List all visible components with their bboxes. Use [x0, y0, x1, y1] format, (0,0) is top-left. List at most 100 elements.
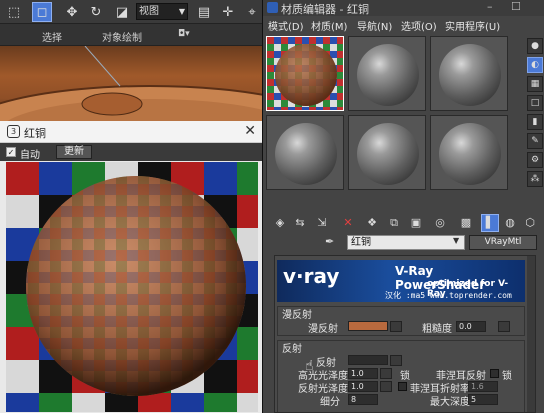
reflect-color-swatch[interactable]: [348, 355, 388, 365]
checker-tile: [237, 162, 258, 195]
sample-copper-sphere: [267, 37, 343, 110]
menu-material[interactable]: 材质(M): [311, 18, 347, 33]
preview-checker-sphere: [6, 162, 258, 412]
refl-gloss-spinner[interactable]: 1.0: [348, 381, 378, 392]
checker-tile: [237, 327, 258, 360]
viewport[interactable]: [0, 46, 262, 121]
reflection-group-title: 反射: [282, 344, 302, 355]
roughness-label: 粗糙度: [422, 324, 452, 335]
minimize-icon[interactable]: –: [487, 0, 493, 13]
checker-tile: [6, 393, 39, 412]
editor-title: 材质编辑器 - 红铜: [281, 3, 369, 16]
show-end-result-icon[interactable]: ▌: [481, 214, 499, 232]
show-map-icon[interactable]: ▩: [457, 214, 475, 232]
video-color-check-icon[interactable]: ▮: [527, 114, 543, 130]
material-name-field[interactable]: 红铜: [347, 235, 465, 250]
params-scrollbar[interactable]: [527, 256, 535, 412]
rotate-icon[interactable]: ↻: [86, 2, 106, 22]
close-icon[interactable]: ✕: [244, 123, 256, 139]
auto-label: 自动: [20, 150, 40, 161]
ribbon-options-icon[interactable]: ◘▾: [178, 29, 190, 39]
put-to-library-icon[interactable]: ▣: [407, 214, 425, 232]
chevron-down-icon[interactable]: ▼: [453, 236, 459, 245]
sample-sphere: [357, 44, 419, 106]
menu-utilities[interactable]: 实用程序(U): [445, 18, 500, 33]
fresnel-ior-spinner[interactable]: 1.6: [468, 381, 498, 392]
uv-tiling-icon[interactable]: □: [527, 95, 543, 111]
subdivs-spinner[interactable]: 8: [348, 394, 378, 405]
menu-options[interactable]: 选项(O): [401, 18, 437, 33]
snap-icon[interactable]: ⌖: [242, 2, 262, 22]
ribbon-object-paint-tab[interactable]: 对象绘制: [102, 29, 142, 44]
reference-coord-dropdown[interactable]: 视图 ▼: [136, 3, 188, 20]
material-name-value: 红铜: [351, 237, 371, 248]
max-depth-spinner[interactable]: 5: [468, 394, 498, 405]
options-icon[interactable]: ⚙: [527, 152, 543, 168]
ribbon-select-tab[interactable]: 选择: [42, 29, 62, 44]
viewport-scene: [0, 46, 262, 121]
sample-slot-4[interactable]: [266, 115, 344, 190]
select-by-material-icon[interactable]: ⁂: [527, 171, 543, 187]
checker-tile: [204, 162, 237, 195]
preview-render: [6, 162, 258, 412]
sample-sphere: [439, 44, 501, 106]
pivot-icon[interactable]: ▤: [194, 2, 214, 22]
scale-icon[interactable]: ◪: [112, 2, 132, 22]
checker-tile: [204, 393, 237, 412]
hilight-gloss-spinner[interactable]: 1.0: [348, 368, 378, 379]
go-to-parent-icon[interactable]: ◍: [501, 214, 519, 232]
eyedropper-icon[interactable]: ✒: [325, 235, 334, 248]
select-icon[interactable]: ⬚: [4, 2, 24, 22]
material-id-icon[interactable]: ◎: [431, 214, 449, 232]
preview-title-bar: 3 红铜 ✕: [0, 121, 262, 143]
sample-sphere: [439, 123, 501, 185]
material-type-button[interactable]: VRayMtl: [469, 235, 537, 250]
reflection-group: 反射 反射 高光光泽度 1.0 锁 菲涅耳反射 锁 反射光泽度 1.0 菲涅耳折…: [277, 340, 525, 412]
side-toolbar: ● ◐ ▦ □ ▮ ✎ ⚙ ⁂: [525, 36, 544, 196]
update-button[interactable]: 更新: [56, 145, 92, 159]
sample-slot-5[interactable]: [348, 115, 426, 190]
sample-type-icon[interactable]: ●: [527, 38, 543, 54]
diffuse-color-swatch[interactable]: [348, 321, 388, 331]
make-preview-icon[interactable]: ✎: [527, 133, 543, 149]
roughness-spinner[interactable]: 0.0: [456, 321, 486, 332]
editor-toolbar: ◈ ⇆ ⇲ ✕ ❖ ⧉ ▣ ◎ ▩ ▌ ◍ ⬡: [267, 212, 543, 234]
put-to-scene-icon[interactable]: ⇆: [291, 214, 309, 232]
checker-tile: [171, 393, 204, 412]
roughness-map-button[interactable]: [498, 321, 510, 332]
sample-slots: [266, 36, 520, 192]
reflect-map-button[interactable]: [390, 355, 402, 366]
move-icon[interactable]: ✥: [62, 2, 82, 22]
menu-navigation[interactable]: 导航(N): [357, 18, 392, 33]
refl-gloss-map-button[interactable]: [380, 381, 392, 392]
vray-logo: v·ray: [283, 264, 340, 288]
sample-slot-3[interactable]: [430, 36, 508, 111]
go-forward-sibling-icon[interactable]: ⬡: [521, 214, 539, 232]
copper-sphere-shading: [26, 176, 246, 396]
checker-tile: [6, 360, 39, 393]
editor-title-bar: 材质编辑器 - 红铜 – ☐: [263, 0, 544, 16]
sample-slot-2[interactable]: [348, 36, 426, 111]
diffuse-map-button[interactable]: [390, 321, 402, 332]
make-copy-icon[interactable]: ❖: [363, 214, 381, 232]
material-name-row: ✒ 红铜 ▼ VRayMtl: [267, 235, 543, 251]
get-material-icon[interactable]: ◈: [271, 214, 289, 232]
select-move-icon[interactable]: ✛: [218, 2, 238, 22]
assign-to-selection-icon[interactable]: ⇲: [313, 214, 331, 232]
menu-mode[interactable]: 模式(D): [268, 18, 304, 33]
background-icon[interactable]: ▦: [527, 76, 543, 92]
hilight-gloss-map-button[interactable]: [380, 368, 392, 379]
max-depth-label: 最大深度: [430, 397, 470, 408]
reset-map-icon[interactable]: ✕: [339, 214, 357, 232]
maximize-icon[interactable]: ☐: [511, 0, 521, 13]
sample-slot-1[interactable]: [266, 36, 344, 111]
backlight-icon[interactable]: ◐: [527, 57, 543, 73]
select-region-icon[interactable]: ◻: [32, 2, 52, 22]
sample-slot-6[interactable]: [430, 115, 508, 190]
auto-checkbox[interactable]: ✓: [6, 147, 16, 157]
lock-label: 锁: [400, 371, 410, 382]
make-unique-icon[interactable]: ⧉: [385, 214, 403, 232]
checker-tile: [72, 393, 105, 412]
fresnel-checkbox[interactable]: [490, 369, 499, 378]
fresnel-ior-lock-checkbox[interactable]: [398, 382, 407, 391]
